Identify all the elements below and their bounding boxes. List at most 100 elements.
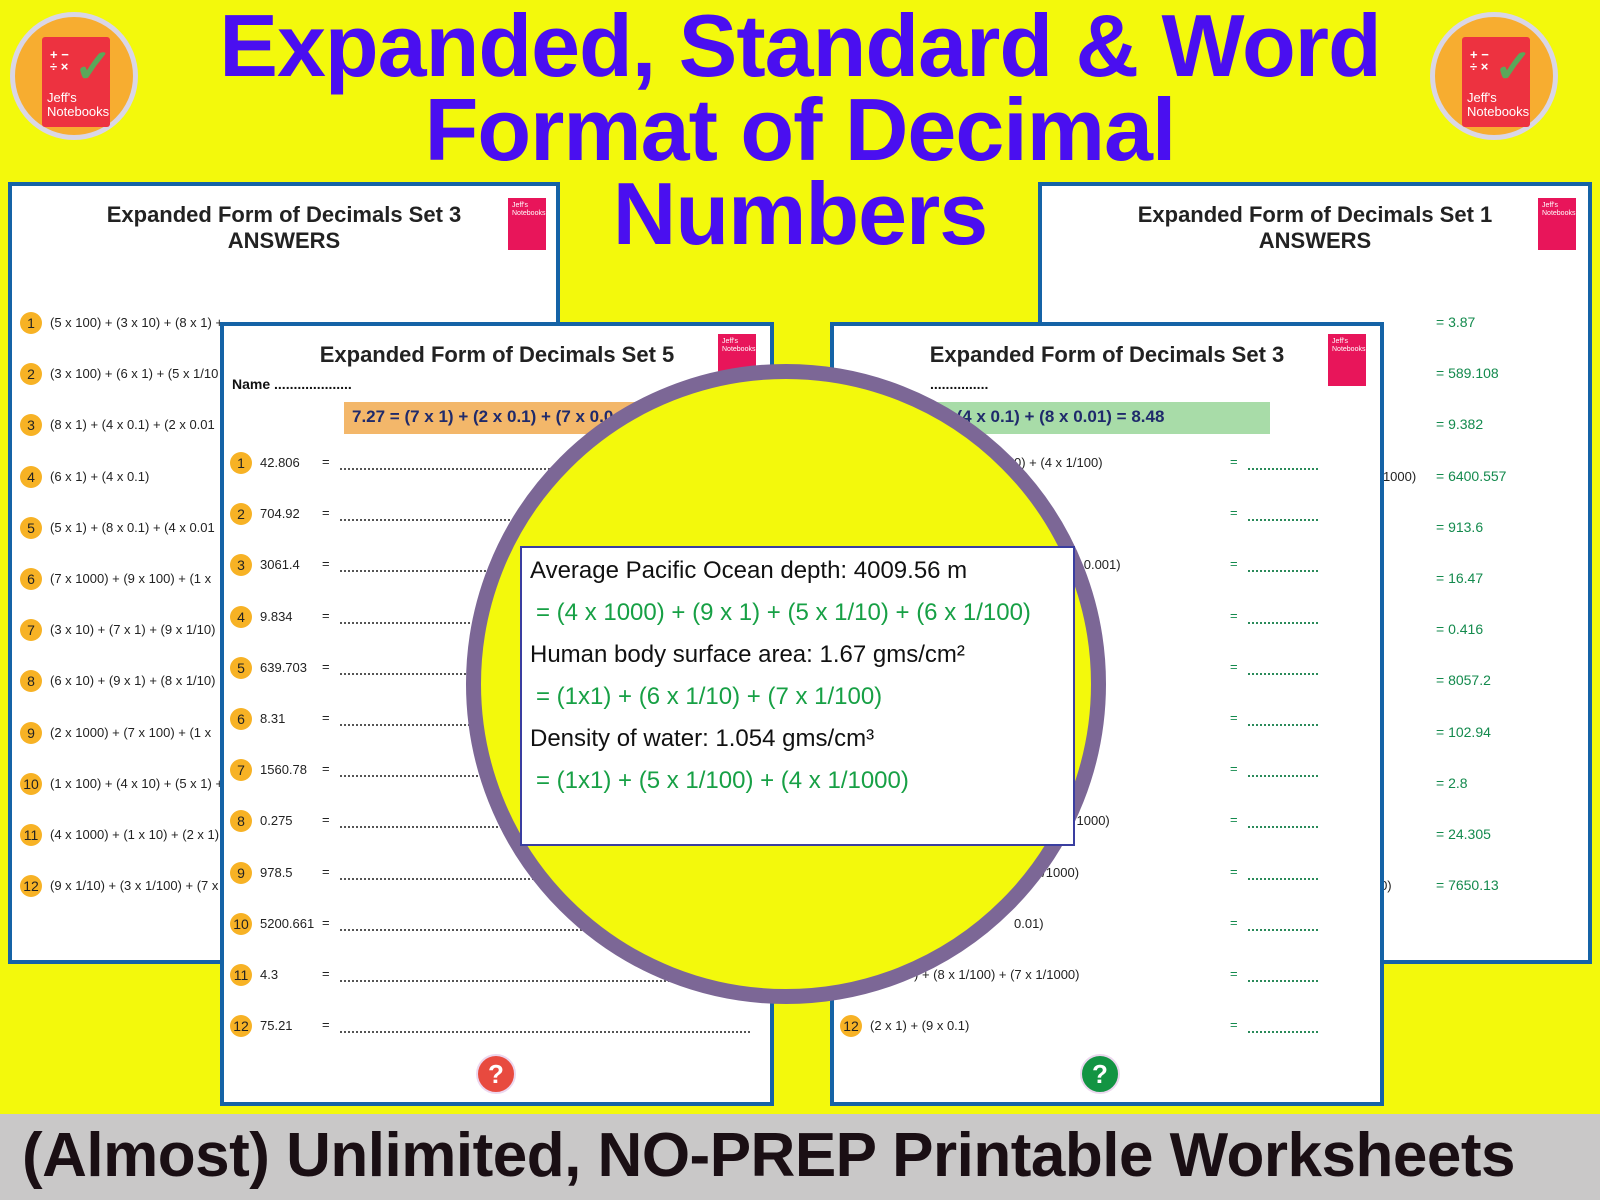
- jeffs-notebooks-logo-left: + − ÷ × ✓ Jeff's Notebooks: [10, 12, 138, 140]
- answer-blank-line[interactable]: [1248, 826, 1318, 829]
- question-number-badge: 5: [20, 516, 42, 539]
- standard-form-answer: = 589.108: [1436, 365, 1499, 382]
- equals-sign: =: [1230, 761, 1238, 777]
- expanded-form-question: ) + (8 x 1/100) + (7 x 1/1000): [914, 967, 1080, 982]
- standard-form-answer: = 7650.13: [1436, 877, 1499, 894]
- worksheet-title: Expanded Form of Decimals Set 3: [929, 342, 1285, 367]
- decimal-value: 9.834: [260, 608, 293, 624]
- footer-tagline: (Almost) Unlimited, NO-PREP Printable Wo…: [22, 1121, 1515, 1190]
- equals-sign: =: [1230, 812, 1238, 828]
- equals-sign: =: [322, 914, 330, 930]
- banner-title-line-2: Format of Decimal: [424, 80, 1177, 179]
- answer-blank-line[interactable]: [1248, 621, 1318, 624]
- name-field-label: ...............: [930, 376, 989, 392]
- equals-sign: =: [322, 761, 330, 777]
- question-number-badge: 4: [230, 605, 252, 628]
- fact-3: Density of water: 1.054 gms/cm³: [530, 725, 875, 752]
- answer-blank-line[interactable]: [1248, 928, 1318, 931]
- question-number-badge: 6: [230, 708, 252, 730]
- equals-sign: =: [322, 454, 330, 469]
- equals-sign: =: [322, 607, 330, 623]
- expanded-form-answer: (7 x 1000) + (9 x 100) + (1 x: [50, 571, 212, 586]
- answer-blank-line[interactable]: [1248, 672, 1318, 675]
- question-number-badge: 3: [20, 414, 42, 437]
- logo-brand-line-1: Jeff's: [47, 90, 77, 105]
- standard-form-answer: = 3.87: [1436, 314, 1476, 330]
- answer-blank-line[interactable]: [1248, 468, 1318, 470]
- logo-brand-line-2: Notebooks: [47, 104, 110, 119]
- fact-1: Average Pacific Ocean depth: 4009.56 m: [530, 557, 968, 584]
- answer-blank-line[interactable]: [1248, 775, 1318, 778]
- question-number-badge: 10: [20, 772, 42, 795]
- decimal-value: 1560.78: [260, 762, 307, 778]
- question-number-badge: 8: [20, 670, 42, 693]
- expanded-form-answer: (5 x 1) + (8 x 0.1) + (4 x 0.01: [50, 519, 215, 535]
- answer-blank-line[interactable]: [1248, 980, 1318, 982]
- expanded-form-answer: (2 x 1000) + (7 x 100) + (1 x: [50, 724, 212, 740]
- expanded-form-answer: (9 x 1/10) + (3 x 1/100) + (7 x: [50, 878, 219, 894]
- question-number-badge: 1: [230, 452, 252, 474]
- fact-1-expanded: = (4 x 1000) + (9 x 1) + (5 x 1/10) + (6…: [536, 599, 1031, 626]
- answer-blank-line[interactable]: [1248, 877, 1318, 880]
- question-number-badge: 7: [230, 759, 252, 782]
- decimal-value: 3061.4: [260, 557, 300, 573]
- equals-sign: =: [1230, 1017, 1238, 1033]
- math-operators-icon: + − ÷ ×: [50, 47, 69, 74]
- expanded-form-answer: (3 x 100) + (6 x 1) + (5 x 1/10: [50, 366, 219, 382]
- math-operators-icon: + − ÷ ×: [1470, 47, 1489, 74]
- question-number-badge: 9: [20, 721, 42, 744]
- question-number-badge: 4: [20, 465, 42, 488]
- equals-sign: =: [1230, 863, 1238, 879]
- decimal-value: 5200.661: [260, 915, 315, 931]
- standard-form-answer: = 8057.2: [1436, 672, 1491, 689]
- expanded-form-answer: (6 x 10) + (9 x 1) + (8 x 1/10): [50, 673, 216, 689]
- decimal-value: 75.21: [260, 1018, 293, 1034]
- decimal-value: 639.703: [260, 659, 307, 675]
- equals-sign: =: [322, 505, 330, 521]
- question-number-badge: 11: [230, 964, 252, 986]
- decimal-value: 978.5: [260, 864, 293, 880]
- jeffs-notebooks-logo-right: + − ÷ × ✓ Jeff's Notebooks: [1430, 12, 1558, 140]
- worksheet-title: Expanded Form of Decimals Set 5: [319, 342, 675, 367]
- question-number-badge: 3: [230, 554, 252, 577]
- answer-blank-line[interactable]: [1248, 519, 1318, 522]
- banner-title-line-3: Numbers: [612, 164, 988, 263]
- question-number-badge: 8: [230, 810, 252, 833]
- answer-blank-line[interactable]: [340, 1031, 750, 1034]
- logo-brand-text: Jeff's Notebooks: [1467, 91, 1529, 119]
- equals-sign: =: [322, 863, 330, 879]
- logo-brand-text: Jeff's Notebooks: [47, 91, 109, 119]
- answer-blank-line[interactable]: [1248, 570, 1318, 573]
- real-world-facts-box: Average Pacific Ocean depth: 4009.56 m =…: [520, 546, 1075, 846]
- expanded-form-answer: (5 x 100) + (3 x 10) + (8 x 1) +: [50, 315, 224, 330]
- expanded-form-question: 0.01): [1014, 915, 1044, 931]
- fact-2-expanded: = (1x1) + (6 x 1/10) + (7 x 1/100): [536, 683, 883, 710]
- answer-blank-line[interactable]: [1248, 1031, 1318, 1034]
- checkmark-icon: ✓: [74, 40, 113, 92]
- expanded-form-question: (2 x 1) + (9 x 0.1): [870, 1018, 970, 1034]
- name-field-label: Name ....................: [232, 376, 352, 392]
- decimal-value: 0.275: [260, 813, 293, 829]
- question-number-badge: 10: [230, 912, 252, 935]
- equals-sign: =: [1230, 607, 1238, 623]
- question-number-badge: 12: [840, 1015, 862, 1038]
- standard-form-answer: = 24.305: [1436, 826, 1491, 842]
- equals-sign: =: [1230, 658, 1238, 674]
- decimal-value: 42.806: [260, 455, 300, 470]
- help-question-icon[interactable]: ?: [476, 1054, 516, 1094]
- question-number-badge: 9: [230, 861, 252, 884]
- answer-blank-line[interactable]: [1248, 724, 1318, 726]
- expanded-form-answer: (8 x 1) + (4 x 0.1) + (2 x 0.01: [50, 417, 215, 433]
- equals-sign: =: [1230, 966, 1238, 981]
- question-number-badge: 2: [20, 363, 42, 386]
- standard-form-answer: = 6400.557: [1436, 467, 1507, 484]
- equals-sign: =: [322, 556, 330, 572]
- help-question-icon[interactable]: ?: [1080, 1054, 1120, 1094]
- question-number-badge: 12: [230, 1015, 252, 1038]
- equals-sign: =: [322, 658, 330, 674]
- equals-sign: =: [1230, 454, 1238, 469]
- question-number-badge: 5: [230, 656, 252, 679]
- logo-brand-line-1: Jeff's: [1467, 90, 1497, 105]
- footer-banner: (Almost) Unlimited, NO-PREP Printable Wo…: [0, 1114, 1600, 1200]
- equals-sign: =: [1230, 556, 1238, 572]
